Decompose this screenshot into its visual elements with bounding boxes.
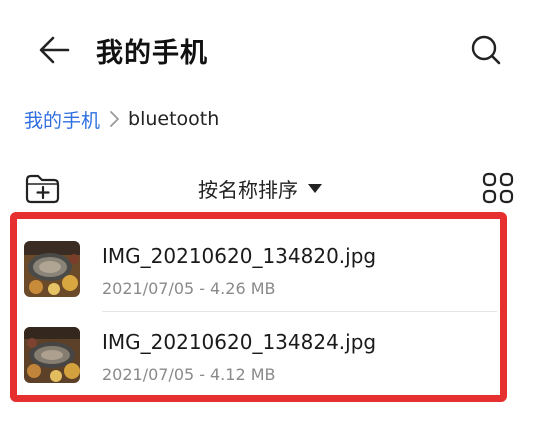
new-folder-icon bbox=[25, 174, 60, 204]
sort-label: 按名称排序 bbox=[198, 177, 298, 202]
breadcrumb-root[interactable]: 我的手机 bbox=[24, 106, 100, 133]
sort-dropdown[interactable]: 按名称排序 bbox=[198, 174, 322, 202]
page-title: 我的手机 bbox=[96, 38, 208, 69]
highlight-frame bbox=[10, 212, 507, 402]
title-bar: 我的手机 bbox=[0, 0, 539, 100]
new-folder-button[interactable] bbox=[24, 171, 62, 205]
breadcrumb: 我的手机 bluetooth bbox=[24, 106, 219, 132]
grid-view-icon bbox=[482, 172, 514, 204]
back-arrow-icon bbox=[39, 36, 70, 64]
search-icon bbox=[471, 35, 501, 65]
grid-view-button[interactable] bbox=[481, 171, 515, 205]
search-button[interactable] bbox=[466, 30, 506, 70]
back-button[interactable] bbox=[34, 30, 74, 70]
caret-down-icon bbox=[308, 183, 322, 193]
breadcrumb-current: bluetooth bbox=[128, 108, 220, 130]
file-toolbar: 按名称排序 bbox=[0, 168, 539, 208]
chevron-right-icon bbox=[110, 111, 119, 127]
